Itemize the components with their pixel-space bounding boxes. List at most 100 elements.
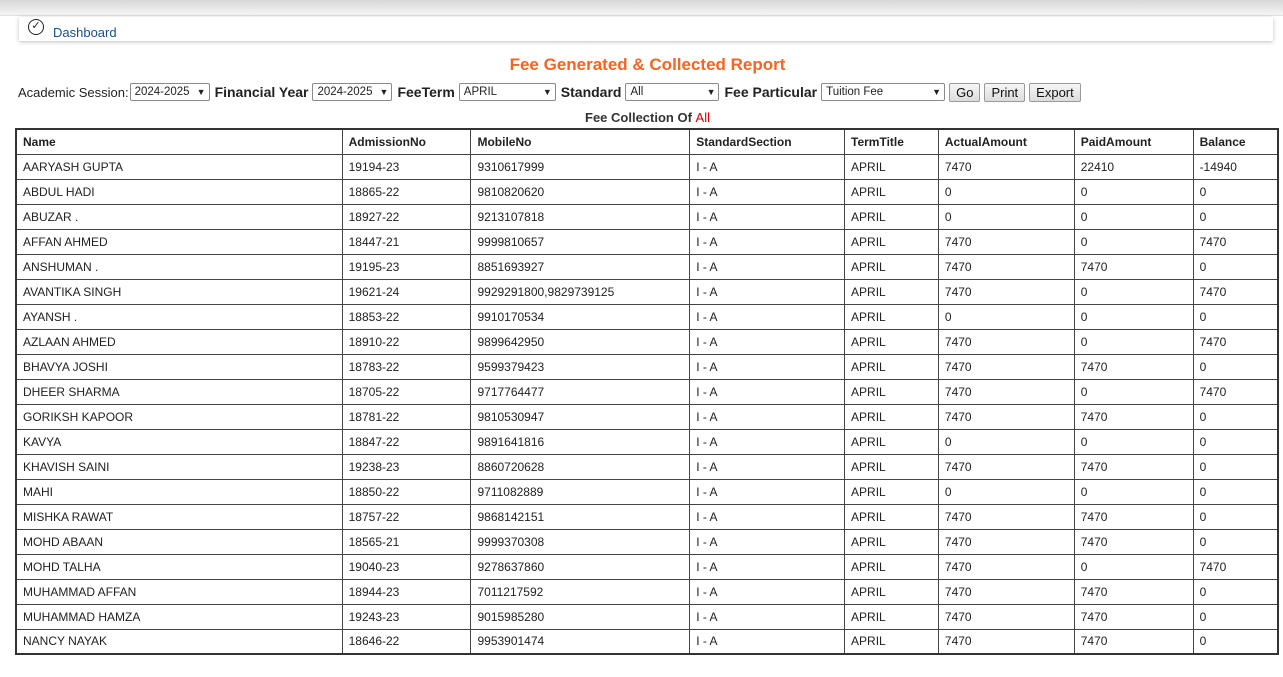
table-cell: 0 <box>1192 478 1279 505</box>
table-cell: 0 <box>1192 603 1279 630</box>
table-cell: 18865-22 <box>341 178 472 205</box>
table-cell: 7470 <box>937 578 1075 605</box>
table-cell: APRIL <box>844 628 939 655</box>
table-cell: 9599379423 <box>470 353 691 380</box>
go-button[interactable]: Go <box>949 82 981 102</box>
table-cell: 18447-21 <box>341 228 472 255</box>
table-cell: 7470 <box>1073 253 1194 280</box>
table-cell: 7470 <box>937 528 1075 555</box>
table-cell: AZLAAN AHMED <box>15 328 343 355</box>
table-cell: 19243-23 <box>341 603 472 630</box>
table-cell: 0 <box>1192 403 1279 430</box>
fee-term-select[interactable]: APRIL ▼ <box>458 83 556 101</box>
table-cell: 7470 <box>937 278 1075 305</box>
academic-session-value: 2024-2025 <box>134 86 190 98</box>
column-header[interactable]: PaidAmount <box>1073 128 1194 155</box>
table-cell: APRIL <box>844 603 939 630</box>
table-cell: APRIL <box>844 328 939 355</box>
table-cell: I - A <box>689 403 846 430</box>
table-cell: APRIL <box>844 203 939 230</box>
financial-year-value: 2024-2025 <box>317 86 373 98</box>
chevron-down-icon: ▼ <box>196 87 206 97</box>
fee-term-label: FeeTerm <box>397 84 455 100</box>
column-header[interactable]: Name <box>15 128 343 155</box>
table-cell: I - A <box>689 628 846 655</box>
table-cell: 7470 <box>937 553 1075 580</box>
table-row: AVANTIKA SINGH 19621-24 9929291800,9829739… <box>15 278 1279 305</box>
chevron-down-icon: ▼ <box>706 87 716 97</box>
table-cell: 18705-22 <box>341 378 472 405</box>
export-button[interactable]: Export <box>1029 82 1081 102</box>
table-cell: 19238-23 <box>341 453 472 480</box>
table-cell: I - A <box>689 278 846 305</box>
table-cell: DHEER SHARMA <box>15 378 343 405</box>
collection-heading: Fee Collection Of All <box>0 110 1283 125</box>
table-cell: 18781-22 <box>341 403 472 430</box>
table-cell: 19194-23 <box>341 153 472 180</box>
table-cell: APRIL <box>844 528 939 555</box>
column-header[interactable]: AdmissionNo <box>341 128 472 155</box>
table-cell: I - A <box>689 428 846 455</box>
table-cell: 0 <box>1192 203 1279 230</box>
academic-session-select[interactable]: 2024-2025 ▼ <box>129 83 210 101</box>
chevron-down-icon: ▼ <box>542 87 552 97</box>
table-cell: 9899642950 <box>470 328 691 355</box>
fee-particular-select[interactable]: Tuition Fee ▼ <box>821 83 946 101</box>
table-cell: 7470 <box>1192 228 1279 255</box>
table-cell: MOHD TALHA <box>15 553 343 580</box>
table-cell: I - A <box>689 578 846 605</box>
table-cell: 18927-22 <box>341 203 472 230</box>
table-cell: 22410 <box>1073 153 1194 180</box>
table-cell: AARYASH GUPTA <box>15 153 343 180</box>
fee-report-table: Name AdmissionNo MobileNo StandardSectio… <box>15 128 1279 655</box>
table-cell: 9953901474 <box>470 628 691 655</box>
table-row: KHAVISH SAINI 19238-23 8860720628 I - A APRI… <box>15 453 1279 480</box>
column-header[interactable]: TermTitle <box>844 128 939 155</box>
table-cell: 7470 <box>937 228 1075 255</box>
print-button[interactable]: Print <box>984 82 1026 102</box>
table-cell: 9999370308 <box>470 528 691 555</box>
table-cell: 0 <box>1073 303 1194 330</box>
dashboard-link[interactable]: Dashboard <box>53 25 117 40</box>
table-cell: 18944-23 <box>341 578 472 605</box>
table-cell: I - A <box>689 303 846 330</box>
table-cell: 7470 <box>1192 328 1279 355</box>
table-cell: BHAVYA JOSHI <box>15 353 343 380</box>
table-cell: I - A <box>689 528 846 555</box>
table-row: MOHD TALHA 19040-23 9278637860 I - A APRIL 74… <box>15 553 1279 580</box>
table-cell: I - A <box>689 453 846 480</box>
table-cell: 0 <box>1192 353 1279 380</box>
table-cell: APRIL <box>844 578 939 605</box>
table-cell: 0 <box>1073 278 1194 305</box>
table-row: AFFAN AHMED 18447-21 9999810657 I - A APRIL 7… <box>15 228 1279 255</box>
table-cell: 19621-24 <box>341 278 472 305</box>
table-cell: APRIL <box>844 403 939 430</box>
table-cell: 7011217592 <box>470 578 691 605</box>
table-row: KAVYA 18847-22 9891641816 I - A APRIL 0 0 0 <box>15 428 1279 455</box>
table-cell: AYANSH . <box>15 303 343 330</box>
column-header[interactable]: ActualAmount <box>937 128 1075 155</box>
table-cell: ANSHUMAN . <box>15 253 343 280</box>
table-cell: I - A <box>689 228 846 255</box>
table-cell: 9910170534 <box>470 303 691 330</box>
table-cell: 9891641816 <box>470 428 691 455</box>
table-cell: 7470 <box>1192 278 1279 305</box>
table-cell: 9717764477 <box>470 378 691 405</box>
column-header[interactable]: Balance <box>1192 128 1279 155</box>
column-header[interactable]: StandardSection <box>689 128 846 155</box>
collection-heading-value: All <box>695 110 710 125</box>
financial-year-select[interactable]: 2024-2025 ▼ <box>312 83 393 101</box>
column-header[interactable]: MobileNo <box>470 128 691 155</box>
standard-select[interactable]: All ▼ <box>625 83 720 101</box>
standard-label: Standard <box>560 84 622 100</box>
table-cell: NANCY NAYAK <box>15 628 343 655</box>
table-cell: ABDUL HADI <box>15 178 343 205</box>
report-title: Fee Generated & Collected Report <box>509 55 786 74</box>
table-cell: ABUZAR . <box>15 203 343 230</box>
table-row: MUHAMMAD AFFAN 18944-23 7011217592 I - A APR… <box>15 578 1279 605</box>
table-cell: 7470 <box>937 603 1075 630</box>
table-cell: 18853-22 <box>341 303 472 330</box>
table-cell: APRIL <box>844 228 939 255</box>
table-cell: AVANTIKA SINGH <box>15 278 343 305</box>
table-cell: KAVYA <box>15 428 343 455</box>
